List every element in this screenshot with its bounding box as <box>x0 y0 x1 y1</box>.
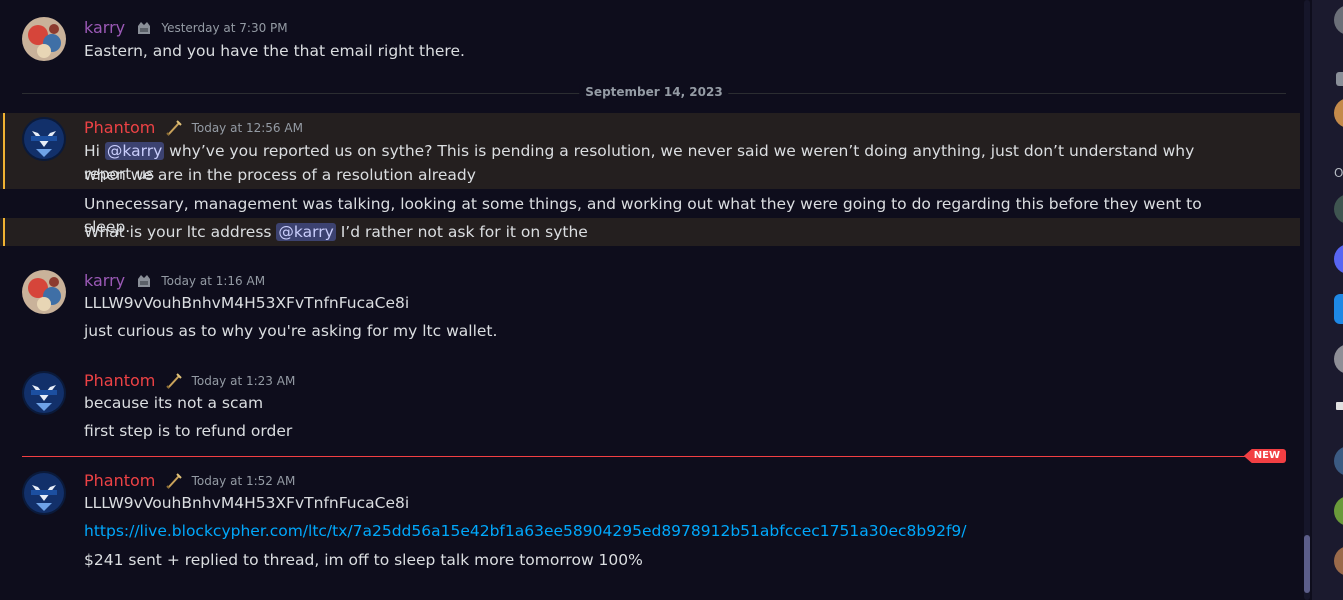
member-avatar[interactable] <box>1334 194 1343 224</box>
username[interactable]: Phantom <box>84 371 155 390</box>
timestamp: Today at 1:23 AM <box>191 373 296 388</box>
message-text: LLLW9vVouhBnhvM4H53XFvTnfnFucaCe8i <box>84 494 410 512</box>
scrollbar-track[interactable] <box>1304 0 1310 600</box>
member-avatar[interactable] <box>1334 446 1343 476</box>
message-text: Eastern, and you have the that email rig… <box>84 42 465 60</box>
avatar-karry[interactable] <box>22 17 66 61</box>
role-badge-icon[interactable] <box>134 18 154 38</box>
user-mention[interactable]: @karry <box>276 223 336 241</box>
avatar-karry[interactable] <box>22 270 66 314</box>
transaction-link[interactable]: https://live.blockcypher.com/ltc/tx/7a25… <box>84 522 967 540</box>
message-text: What is your ltc address @karry I’d rath… <box>84 223 588 241</box>
timestamp: Yesterday at 7:30 PM <box>161 20 288 35</box>
role-badge-icon[interactable] <box>134 271 154 291</box>
message-text: LLLW9vVouhBnhvM4H53XFvTnfnFucaCe8i <box>84 294 410 312</box>
message-text: $241 sent + replied to thread, im off to… <box>84 551 643 569</box>
user-mention[interactable]: @karry <box>104 142 165 160</box>
message-group: Phantom Today at 1:52 AM LLLW9vVouhBnhvM… <box>0 467 1300 577</box>
new-badge: NEW <box>1243 449 1286 463</box>
message-group: Phantom Today at 1:23 AM because its not… <box>0 367 1300 447</box>
member-section-label: O <box>1334 166 1343 180</box>
date-divider-label: September 14, 2023 <box>579 85 729 99</box>
scrollbar-thumb[interactable] <box>1304 535 1310 593</box>
message-text: because its not a scam <box>84 394 264 412</box>
member-avatar[interactable] <box>1334 344 1343 374</box>
sword-badge-icon[interactable] <box>164 118 184 138</box>
message-text: when we are in the process of a resoluti… <box>84 166 476 184</box>
message-group: Phantom Today at 12:56 AM Hi @karry why’… <box>0 113 1300 253</box>
member-avatar[interactable] <box>1334 496 1343 526</box>
avatar-phantom[interactable] <box>22 117 66 161</box>
timestamp: Today at 12:56 AM <box>191 120 303 135</box>
message-text: just curious as to why you're asking for… <box>84 322 498 340</box>
member-avatar[interactable] <box>1334 294 1343 324</box>
member-list: O <box>1312 0 1343 600</box>
username[interactable]: karry <box>84 271 125 290</box>
avatar-phantom[interactable] <box>22 471 66 515</box>
username[interactable]: karry <box>84 18 125 37</box>
username[interactable]: Phantom <box>84 471 155 490</box>
timestamp: Today at 1:52 AM <box>191 473 296 488</box>
member-avatar[interactable] <box>1334 98 1343 128</box>
message-group: karry Today at 1:16 AM LLLW9vVouhBnhvM4H… <box>0 267 1300 347</box>
message-group: karry Yesterday at 7:30 PM Eastern, and … <box>0 0 1300 80</box>
member-badge-icon <box>1336 72 1343 86</box>
date-divider: September 14, 2023 <box>22 85 1286 99</box>
member-icon <box>1336 402 1343 410</box>
sword-badge-icon[interactable] <box>164 371 184 391</box>
new-messages-divider: NEW <box>22 449 1286 463</box>
timestamp: Today at 1:16 AM <box>161 273 266 288</box>
avatar-phantom[interactable] <box>22 371 66 415</box>
message-text: first step is to refund order <box>84 422 293 440</box>
message-link: https://live.blockcypher.com/ltc/tx/7a25… <box>84 520 1224 543</box>
member-avatar[interactable] <box>1334 5 1343 35</box>
member-avatar[interactable] <box>1334 546 1343 576</box>
sword-badge-icon[interactable] <box>164 471 184 491</box>
chat-messages: karry Yesterday at 7:30 PM Eastern, and … <box>0 0 1302 600</box>
username[interactable]: Phantom <box>84 118 155 137</box>
member-avatar[interactable] <box>1334 244 1343 274</box>
scrollbar[interactable] <box>1302 0 1312 600</box>
